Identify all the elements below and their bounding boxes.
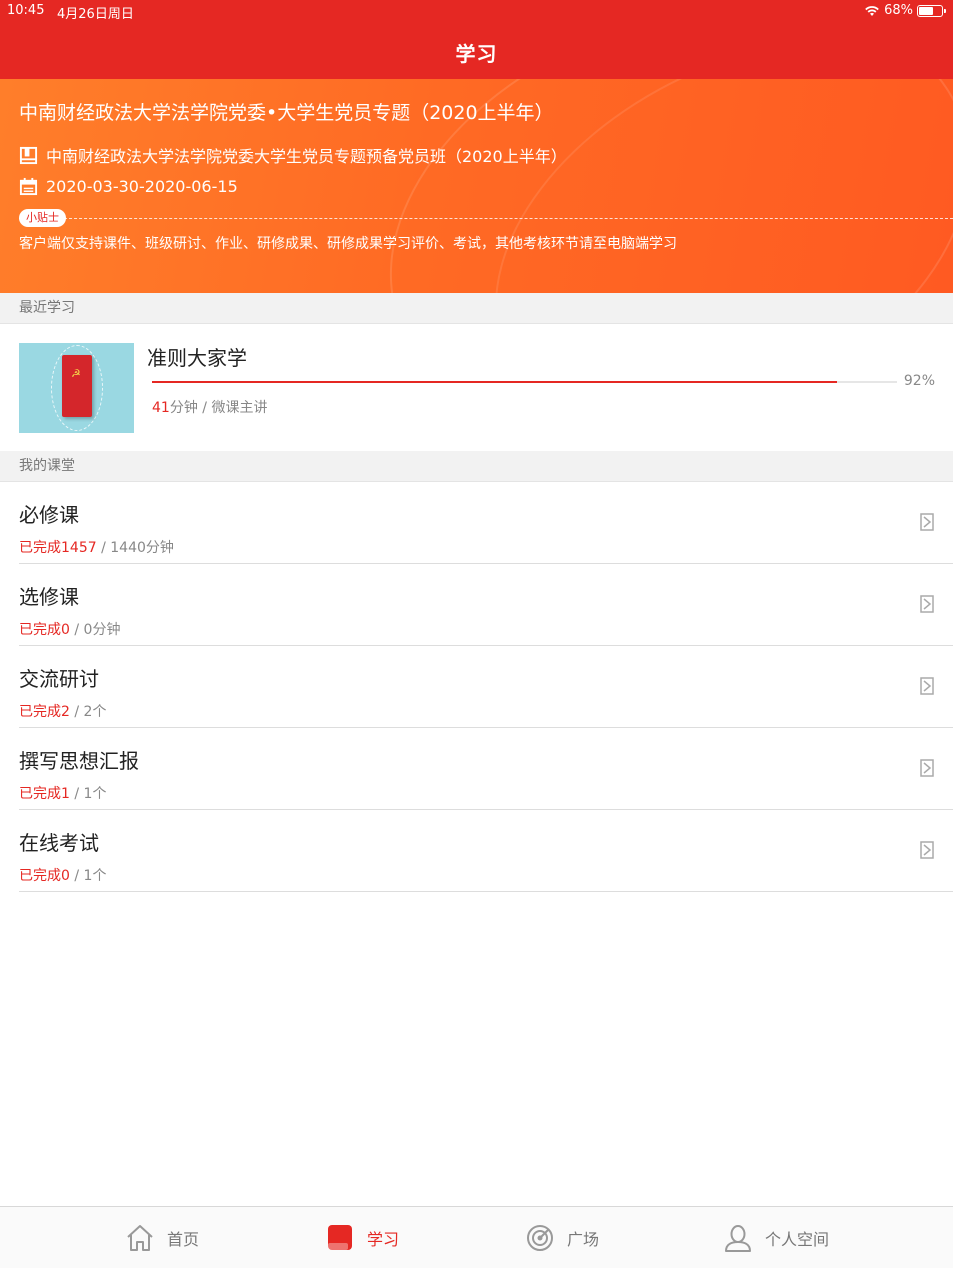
booklet-image: ☭ (62, 355, 92, 417)
tip-badge: 小贴士 (19, 209, 66, 227)
recent-course-card[interactable]: ☭ 准则大家学 92% 41分钟 / 微课主讲 (0, 324, 953, 451)
tip-divider (19, 218, 953, 219)
program-banner: 中南财经政法大学法学院党委•大学生党员专题（2020上半年） 中南财经政法大学法… (0, 79, 953, 293)
status-time: 10:45 (7, 3, 45, 18)
status-right: 68% (864, 3, 946, 18)
classroom-section-header: 我的课堂 (0, 451, 953, 482)
tab-square[interactable]: 广场 (525, 1223, 599, 1253)
recent-section-header: 最近学习 (0, 293, 953, 324)
bottom-tab-bar: 首页 学习 广场 个人空间 (0, 1206, 953, 1268)
course-item-name: 撰写思想汇报 (19, 749, 139, 773)
class-name: 中南财经政法大学法学院党委大学生党员专题预备党员班（2020上半年） (46, 147, 567, 166)
calendar-icon (19, 177, 38, 196)
chevron-right-icon (920, 677, 934, 695)
course-item-status: 已完成1 / 1个 (19, 786, 107, 802)
book-icon (19, 146, 38, 164)
course-item-name: 必修课 (19, 503, 79, 527)
tab-home[interactable]: 首页 (125, 1223, 199, 1253)
home-icon (127, 1225, 153, 1251)
tab-label: 首页 (167, 1230, 200, 1249)
chevron-right-icon (920, 841, 934, 859)
program-title: 中南财经政法大学法学院党委•大学生党员专题（2020上半年） (19, 102, 554, 124)
progress-percent: 92% (903, 373, 935, 389)
wifi-icon (865, 5, 879, 16)
course-item-status: 已完成2 / 2个 (19, 704, 107, 720)
tab-label: 学习 (367, 1230, 400, 1249)
course-item-status: 已完成0 / 0分钟 (19, 622, 121, 638)
course-thumbnail: ☭ (19, 343, 134, 433)
course-item-report[interactable]: 撰写思想汇报 已完成1 / 1个 (19, 728, 953, 810)
tab-label: 个人空间 (765, 1230, 830, 1249)
page-title: 学习 (455, 42, 498, 66)
course-item-status: 已完成0 / 1个 (19, 868, 107, 884)
course-item-discussion[interactable]: 交流研讨 已完成2 / 2个 (19, 646, 953, 728)
course-item-required[interactable]: 必修课 已完成1457 / 1440分钟 (19, 482, 953, 564)
course-item-name: 选修课 (19, 585, 79, 609)
battery-icon (917, 4, 946, 17)
battery-percent: 68% (884, 3, 913, 18)
date-range: 2020-03-30-2020-06-15 (46, 177, 238, 196)
chevron-right-icon (920, 513, 934, 531)
tab-label: 广场 (567, 1230, 600, 1249)
minutes-value: 41 (152, 400, 170, 416)
recent-course-meta: 41分钟 / 微课主讲 (152, 397, 267, 417)
radar-icon (527, 1225, 553, 1251)
course-item-elective[interactable]: 选修课 已完成0 / 0分钟 (19, 564, 953, 646)
tip-text: 客户端仅支持课件、班级研讨、作业、研修成果、研修成果学习评价、考试，其他考核环节… (19, 236, 677, 252)
meta-separator: / (197, 400, 212, 416)
book-icon (328, 1225, 352, 1250)
recent-course-name: 准则大家学 (147, 346, 247, 370)
user-icon (725, 1225, 751, 1252)
tab-personal[interactable]: 个人空间 (723, 1223, 829, 1253)
chevron-right-icon (920, 595, 934, 613)
class-row: 中南财经政法大学法学院党委大学生党员专题预备党员班（2020上半年） (19, 143, 567, 167)
progress-bar (152, 381, 897, 383)
chevron-right-icon (920, 759, 934, 777)
minutes-unit: 分钟 (169, 400, 198, 416)
date-row: 2020-03-30-2020-06-15 (19, 177, 238, 196)
top-bar: 10:45 4月26日周日 68% 学习 (0, 0, 953, 79)
status-date: 4月26日周日 (57, 7, 134, 22)
tab-study[interactable]: 学习 (325, 1223, 399, 1253)
course-item-exam[interactable]: 在线考试 已完成0 / 1个 (19, 810, 953, 892)
course-item-name: 交流研讨 (19, 667, 99, 691)
course-item-status: 已完成1457 / 1440分钟 (19, 540, 174, 556)
status-bar: 10:45 4月26日周日 68% (0, 0, 953, 22)
emblem-icon: ☭ (71, 367, 81, 380)
course-item-name: 在线考试 (19, 831, 99, 855)
course-type: 微课主讲 (211, 400, 268, 416)
